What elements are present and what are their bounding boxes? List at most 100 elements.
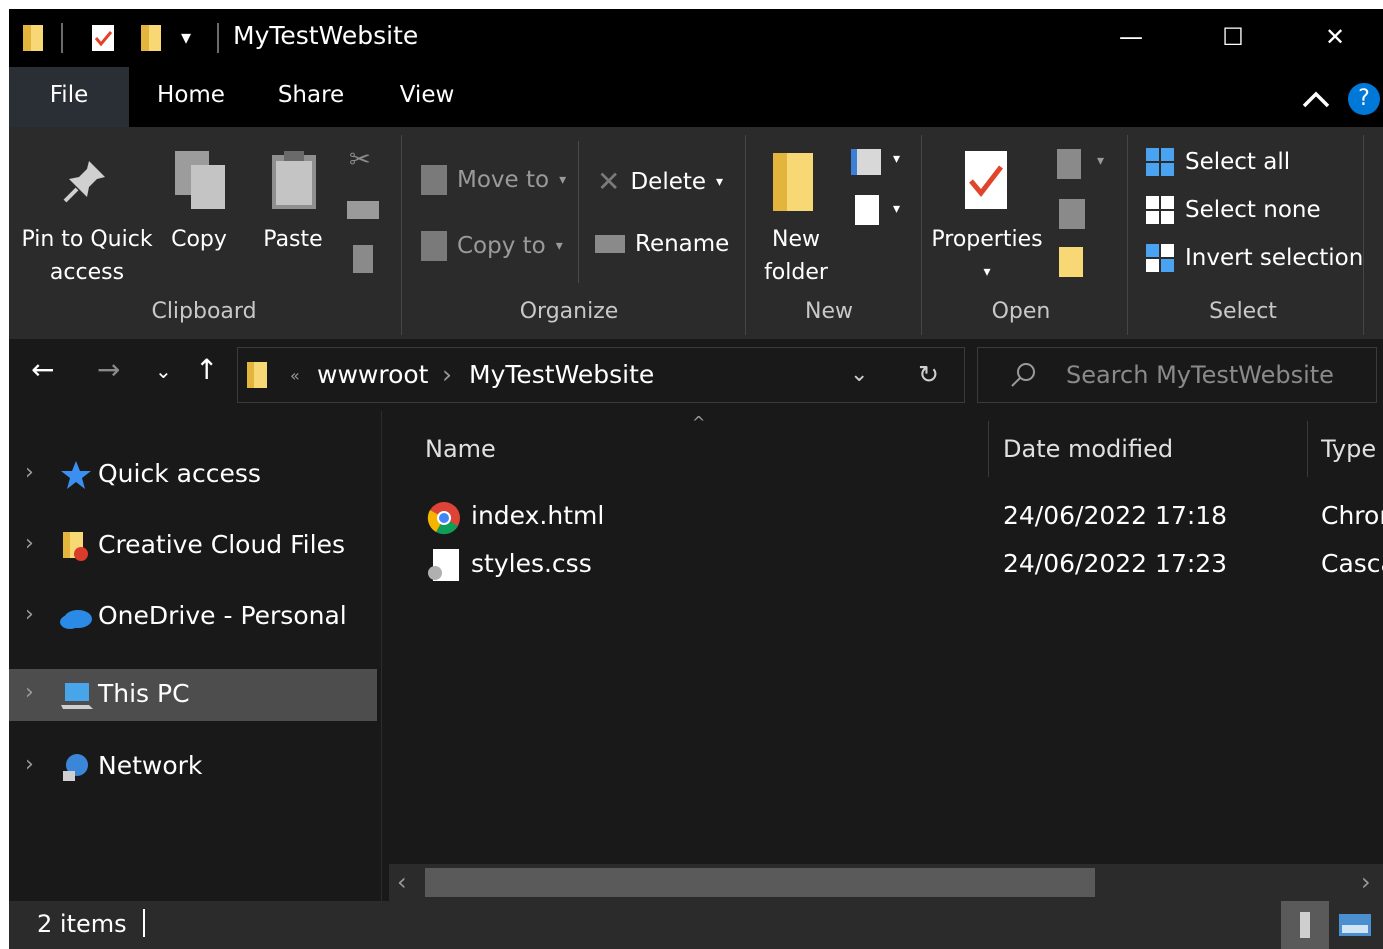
properties-quick-icon[interactable] xyxy=(89,23,117,53)
file-date-modified: 24/06/2022 17:23 xyxy=(1003,549,1228,578)
invert-selection-button[interactable]: Invert selection xyxy=(1145,243,1363,273)
organize-divider xyxy=(578,141,579,283)
close-button[interactable]: ✕ xyxy=(1285,9,1383,65)
breadcrumb-separator[interactable]: › xyxy=(442,360,452,389)
recent-locations-icon[interactable]: ⌄ xyxy=(155,359,172,383)
up-arrow-icon[interactable]: ↑ xyxy=(195,353,218,386)
chevron-right-icon[interactable]: › xyxy=(25,602,34,627)
tab-view[interactable]: View xyxy=(379,67,475,127)
title-separator xyxy=(61,23,63,53)
new-folder-line1: New xyxy=(772,227,820,252)
tab-home[interactable]: Home xyxy=(139,67,243,127)
group-separator xyxy=(401,135,402,335)
chevron-right-icon[interactable]: › xyxy=(25,680,34,705)
large-icons-view-icon xyxy=(1339,914,1371,936)
column-header-type[interactable]: Type xyxy=(1321,435,1383,463)
open-icon[interactable] xyxy=(1057,149,1081,179)
paste-button[interactable]: Paste xyxy=(253,223,333,256)
new-folder-button[interactable]: New folder xyxy=(751,223,841,289)
file-row-styles-css[interactable]: styles.css 24/06/2022 17:23 Cascading St… xyxy=(383,543,1383,589)
search-placeholder: Search MyTestWebsite xyxy=(1066,361,1334,389)
maximize-button[interactable]: ☐ xyxy=(1183,9,1283,65)
computer-icon xyxy=(61,683,93,709)
chevron-down-icon: ▾ xyxy=(555,238,563,254)
breadcrumb-mytestwebsite[interactable]: MyTestWebsite xyxy=(469,360,654,389)
nav-item-onedrive[interactable]: › OneDrive - Personal xyxy=(9,591,377,643)
copy-button[interactable]: Copy xyxy=(159,223,239,256)
column-header-name[interactable]: Name xyxy=(425,435,496,463)
nav-label: This PC xyxy=(98,679,190,708)
horizontal-scrollbar[interactable]: ‹ › xyxy=(389,864,1383,901)
back-arrow-icon[interactable]: ← xyxy=(31,353,54,386)
invert-selection-icon xyxy=(1146,244,1174,272)
customize-quick-access-icon[interactable]: ▾ xyxy=(181,25,191,49)
cut-icon[interactable]: ✂ xyxy=(349,145,371,175)
status-divider xyxy=(143,909,145,937)
new-folder-quick-icon[interactable] xyxy=(139,23,163,53)
nav-item-quick-access[interactable]: › Quick access xyxy=(9,449,377,501)
delete-button[interactable]: ✕ Delete ▾ xyxy=(597,165,723,198)
select-none-label: Select none xyxy=(1185,197,1321,223)
scroll-right-icon[interactable]: › xyxy=(1361,868,1371,896)
chevron-right-icon[interactable]: › xyxy=(25,752,34,777)
file-row-index-html[interactable]: index.html 24/06/2022 17:18 Chrome HTML … xyxy=(383,495,1383,541)
copy-icon xyxy=(175,151,225,209)
select-none-button[interactable]: Select none xyxy=(1145,195,1321,225)
minimize-button[interactable]: — xyxy=(1081,9,1181,65)
search-box[interactable]: Search MyTestWebsite xyxy=(977,347,1377,403)
easy-access-icon[interactable] xyxy=(855,195,879,225)
scrollbar-thumb[interactable] xyxy=(425,868,1095,897)
breadcrumb-overflow[interactable]: « xyxy=(290,366,300,385)
history-icon[interactable] xyxy=(1059,247,1083,277)
nav-item-creative-cloud-files[interactable]: › Creative Cloud Files xyxy=(9,520,377,572)
properties-icon xyxy=(965,151,1007,209)
select-none-icon xyxy=(1146,196,1174,224)
large-icons-view-button[interactable] xyxy=(1331,901,1379,949)
breadcrumb-wwwroot[interactable]: wwwroot xyxy=(317,360,428,389)
delete-icon: ✕ xyxy=(597,165,621,198)
column-separator[interactable] xyxy=(1307,421,1308,477)
pin-label-line1: Pin to Quick xyxy=(21,227,153,252)
pin-to-quick-access-button[interactable]: Pin to Quick access xyxy=(17,223,157,289)
nav-item-network[interactable]: › Network xyxy=(9,741,377,793)
file-date-modified: 24/06/2022 17:18 xyxy=(1003,501,1228,530)
title-bar: ▾ MyTestWebsite — ☐ ✕ xyxy=(9,9,1383,67)
properties-button[interactable]: Properties ▾ xyxy=(927,223,1047,289)
move-to-label: Move to xyxy=(457,167,550,193)
chevron-down-icon: ▾ xyxy=(1097,153,1105,169)
paste-shortcut-icon[interactable] xyxy=(353,245,373,273)
help-button[interactable]: ? xyxy=(1348,83,1380,115)
column-header-date-modified[interactable]: Date modified xyxy=(1003,435,1173,463)
rename-button[interactable]: Rename xyxy=(595,231,729,257)
column-separator[interactable] xyxy=(988,421,989,477)
pin-label-line2: access xyxy=(49,260,125,285)
group-separator xyxy=(1363,135,1364,335)
copy-path-icon[interactable] xyxy=(347,201,379,219)
refresh-icon[interactable]: ↻ xyxy=(918,360,939,389)
scroll-left-icon[interactable]: ‹ xyxy=(397,868,407,896)
tab-share[interactable]: Share xyxy=(259,67,363,127)
edit-icon[interactable] xyxy=(1059,199,1085,229)
address-dropdown-icon[interactable]: ⌄ xyxy=(850,362,868,387)
select-all-icon xyxy=(1146,148,1174,176)
group-separator xyxy=(921,135,922,335)
copy-to-button[interactable]: Copy to ▾ xyxy=(421,231,563,261)
chevron-right-icon[interactable]: › xyxy=(25,460,34,485)
nav-item-this-pc[interactable]: › This PC xyxy=(9,669,377,721)
details-view-button[interactable] xyxy=(1281,901,1329,949)
onedrive-icon xyxy=(60,610,92,629)
chevron-right-icon[interactable]: › xyxy=(25,531,34,556)
pane-divider[interactable] xyxy=(381,411,382,901)
forward-arrow-icon[interactable]: → xyxy=(97,353,120,386)
move-to-button[interactable]: Move to ▾ xyxy=(421,165,566,195)
collapse-ribbon-icon[interactable] xyxy=(1301,89,1331,109)
new-item-icon[interactable] xyxy=(851,149,881,175)
tab-file[interactable]: File xyxy=(9,67,129,127)
rename-icon xyxy=(595,235,625,253)
group-separator xyxy=(745,135,746,335)
select-all-button[interactable]: Select all xyxy=(1145,147,1290,177)
paste-icon xyxy=(272,151,316,209)
address-bar[interactable]: « wwwroot › MyTestWebsite ⌄ ↻ xyxy=(237,347,965,403)
move-to-icon xyxy=(421,165,447,195)
nav-label: Creative Cloud Files xyxy=(98,530,345,559)
